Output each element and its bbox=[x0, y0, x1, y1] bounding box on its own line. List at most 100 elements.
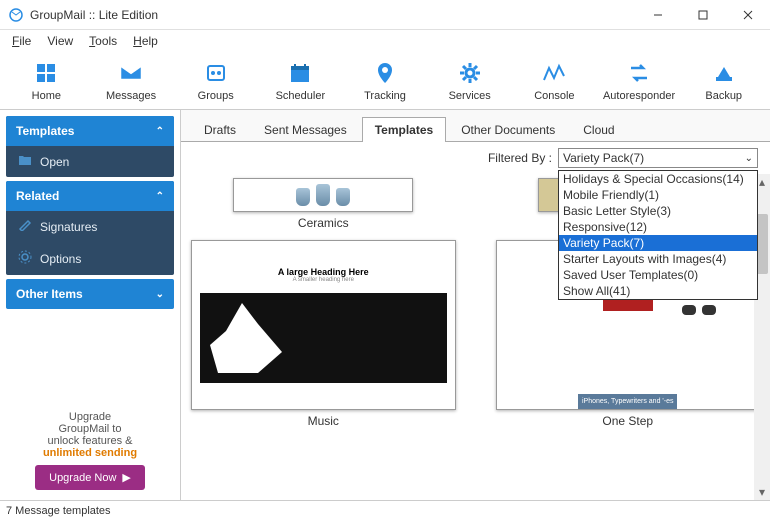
upgrade-text: unlock features & bbox=[10, 435, 170, 447]
template-card-music[interactable]: A large Heading Here A smaller heading h… bbox=[191, 240, 456, 428]
scheduler-icon bbox=[287, 60, 313, 86]
minimize-button[interactable] bbox=[635, 0, 680, 30]
sidebar-header-label: Related bbox=[16, 189, 59, 203]
upgrade-highlight: unlimited sending bbox=[10, 447, 170, 459]
tab-drafts[interactable]: Drafts bbox=[191, 117, 249, 142]
menubar: File View Tools Help bbox=[0, 30, 770, 52]
filter-option[interactable]: Show All(41) bbox=[559, 283, 757, 299]
template-name: One Step bbox=[602, 414, 653, 428]
window-title: GroupMail :: Lite Edition bbox=[30, 8, 635, 22]
menu-file[interactable]: File bbox=[6, 32, 37, 50]
sidebar-header-related[interactable]: Related ⌃ bbox=[6, 181, 174, 211]
tracking-icon bbox=[372, 60, 398, 86]
filter-option[interactable]: Holidays & Special Occasions(14) bbox=[559, 171, 757, 187]
filter-option[interactable]: Mobile Friendly(1) bbox=[559, 187, 757, 203]
titlebar: GroupMail :: Lite Edition bbox=[0, 0, 770, 30]
toolbar-label: Messages bbox=[106, 90, 156, 102]
menu-view[interactable]: View bbox=[41, 32, 79, 50]
upgrade-button[interactable]: Upgrade Now ▶ bbox=[35, 465, 145, 490]
filter-bar: Filtered By : Variety Pack(7) ⌄ Holidays… bbox=[181, 142, 770, 174]
toolbar-label: Scheduler bbox=[276, 90, 326, 102]
messages-icon bbox=[118, 60, 144, 86]
toolbar: Home Messages Groups Scheduler Tracking … bbox=[0, 52, 770, 110]
backup-icon bbox=[711, 60, 737, 86]
toolbar-backup[interactable]: Backup bbox=[685, 60, 762, 102]
upgrade-button-label: Upgrade Now bbox=[49, 472, 116, 484]
collapse-icon: ⌃ bbox=[156, 126, 164, 137]
toolbar-label: Services bbox=[449, 90, 491, 102]
filter-option-selected[interactable]: Variety Pack(7) bbox=[559, 235, 757, 251]
maximize-button[interactable] bbox=[680, 0, 725, 30]
toolbar-services[interactable]: Services bbox=[431, 60, 508, 102]
sidebar-section-other[interactable]: Other Items ⌄ bbox=[6, 279, 174, 309]
tab-cloud[interactable]: Cloud bbox=[570, 117, 627, 142]
main-panel: Drafts Sent Messages Templates Other Doc… bbox=[180, 110, 770, 500]
window-controls bbox=[635, 0, 770, 30]
filter-option[interactable]: Saved User Templates(0) bbox=[559, 267, 757, 283]
sidebar-header-templates[interactable]: Templates ⌃ bbox=[6, 116, 174, 146]
template-thumbnail bbox=[233, 178, 413, 212]
filter-label: Filtered By : bbox=[488, 151, 552, 165]
statusbar: 7 Message templates bbox=[0, 500, 770, 520]
template-card-ceramics[interactable]: Ceramics bbox=[191, 178, 456, 230]
sidebar-section-related: Related ⌃ Signatures Options bbox=[6, 181, 174, 275]
tab-templates[interactable]: Templates bbox=[362, 117, 446, 142]
upgrade-text: Upgrade bbox=[10, 411, 170, 423]
tab-sent[interactable]: Sent Messages bbox=[251, 117, 360, 142]
filter-option[interactable]: Responsive(12) bbox=[559, 219, 757, 235]
console-icon bbox=[541, 60, 567, 86]
sidebar-item-signatures[interactable]: Signatures bbox=[6, 211, 174, 242]
filter-option[interactable]: Basic Letter Style(3) bbox=[559, 203, 757, 219]
toolbar-label: Backup bbox=[705, 90, 742, 102]
upgrade-panel: Upgrade GroupMail to unlock features & u… bbox=[6, 407, 174, 494]
autoresponder-icon bbox=[626, 60, 652, 86]
toolbar-label: Console bbox=[534, 90, 574, 102]
toolbar-scheduler[interactable]: Scheduler bbox=[262, 60, 339, 102]
close-button[interactable] bbox=[725, 0, 770, 30]
sidebar-header-label: Templates bbox=[16, 124, 74, 138]
template-name: Ceramics bbox=[298, 216, 349, 230]
app-icon bbox=[8, 7, 24, 23]
chevron-down-icon: ⌄ bbox=[745, 153, 753, 164]
toolbar-groups[interactable]: Groups bbox=[177, 60, 254, 102]
sidebar-header-label: Other Items bbox=[16, 287, 83, 301]
upgrade-text: GroupMail to bbox=[10, 423, 170, 435]
toolbar-label: Home bbox=[32, 90, 61, 102]
gear-icon bbox=[18, 250, 32, 267]
tab-other[interactable]: Other Documents bbox=[448, 117, 568, 142]
sidebar-item-open[interactable]: Open bbox=[6, 146, 174, 177]
filter-option[interactable]: Starter Layouts with Images(4) bbox=[559, 251, 757, 267]
sidebar: Templates ⌃ Open Related ⌃ Signatures Op… bbox=[0, 110, 180, 500]
toolbar-home[interactable]: Home bbox=[8, 60, 85, 102]
signature-icon bbox=[18, 219, 32, 234]
sidebar-item-options[interactable]: Options bbox=[6, 242, 174, 275]
folder-icon bbox=[18, 154, 32, 169]
toolbar-console[interactable]: Console bbox=[516, 60, 593, 102]
tabs: Drafts Sent Messages Templates Other Doc… bbox=[181, 110, 770, 142]
filter-selected: Variety Pack(7) bbox=[563, 151, 644, 165]
toolbar-label: Autoresponder bbox=[603, 90, 675, 102]
toolbar-messages[interactable]: Messages bbox=[93, 60, 170, 102]
play-icon: ▶ bbox=[122, 471, 130, 484]
menu-help[interactable]: Help bbox=[127, 32, 164, 50]
sidebar-item-label: Signatures bbox=[40, 220, 97, 234]
sidebar-item-label: Options bbox=[40, 252, 81, 266]
sidebar-item-label: Open bbox=[40, 155, 69, 169]
groups-icon bbox=[203, 60, 229, 86]
content: Templates ⌃ Open Related ⌃ Signatures Op… bbox=[0, 110, 770, 500]
toolbar-label: Groups bbox=[198, 90, 234, 102]
toolbar-label: Tracking bbox=[364, 90, 406, 102]
status-text: 7 Message templates bbox=[6, 505, 111, 517]
filter-dropdown[interactable]: Variety Pack(7) ⌄ bbox=[558, 148, 758, 168]
toolbar-autoresponder[interactable]: Autoresponder bbox=[601, 60, 678, 102]
toolbar-tracking[interactable]: Tracking bbox=[347, 60, 424, 102]
template-name: Music bbox=[308, 414, 339, 428]
template-heading: A large Heading Here bbox=[278, 267, 369, 277]
collapse-icon: ⌃ bbox=[156, 191, 164, 202]
expand-icon: ⌄ bbox=[156, 289, 164, 300]
scroll-down-icon[interactable]: ▾ bbox=[754, 484, 770, 500]
template-subheading: A smaller heading here bbox=[293, 277, 354, 283]
sidebar-section-templates: Templates ⌃ Open bbox=[6, 116, 174, 177]
menu-tools[interactable]: Tools bbox=[83, 32, 123, 50]
template-thumbnail: A large Heading Here A smaller heading h… bbox=[191, 240, 456, 410]
